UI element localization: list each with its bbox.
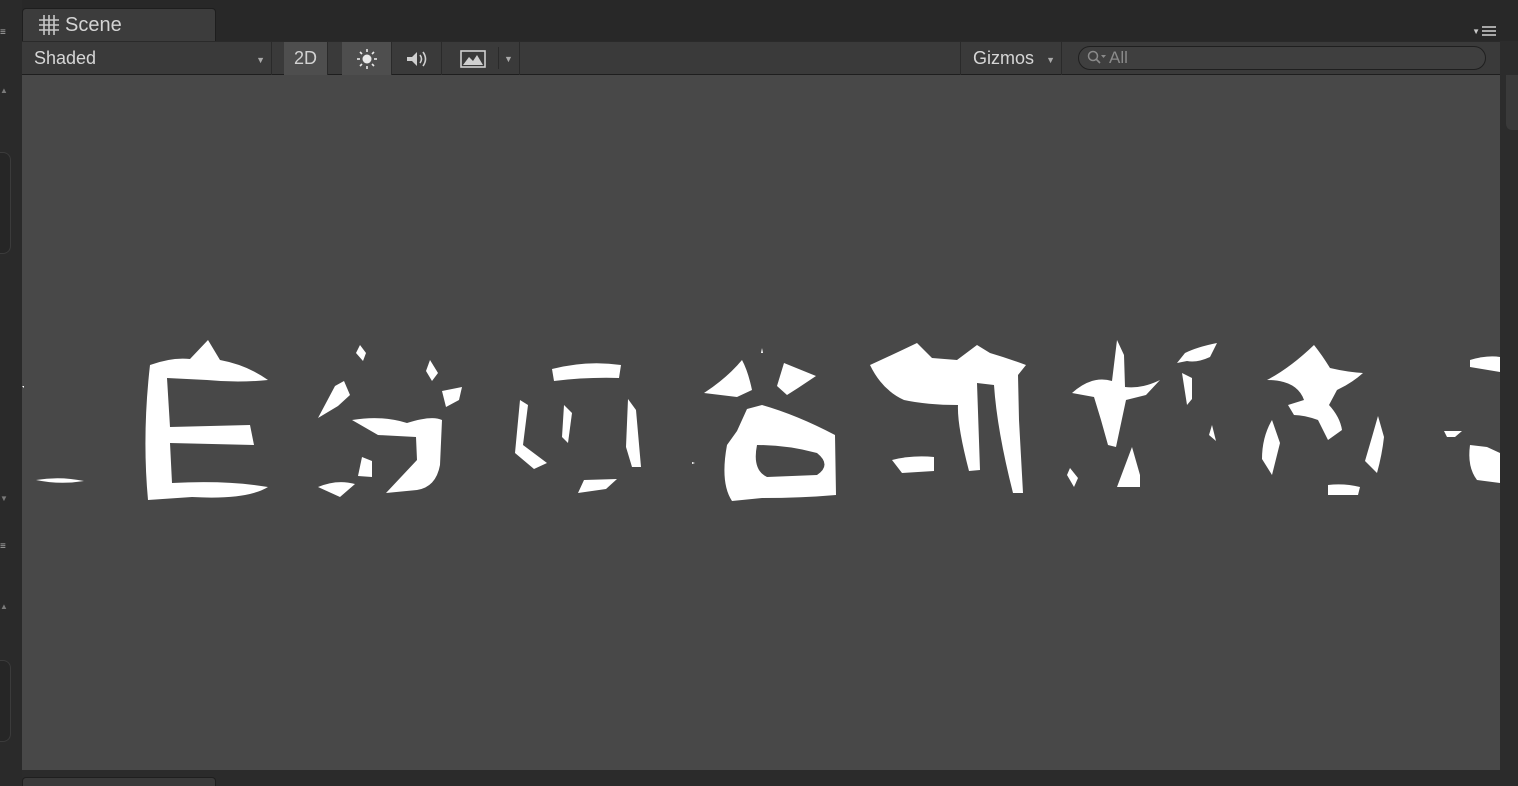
tab-strip	[22, 0, 1518, 41]
scroll-up-icon[interactable]: ▲	[0, 86, 8, 95]
tab-next-panel[interactable]	[22, 777, 216, 786]
gizmos-dropdown[interactable]: Gizmos ▼	[960, 42, 1062, 75]
search-input[interactable]	[1109, 48, 1469, 68]
sun-icon	[356, 48, 377, 69]
right-panel-strip	[1500, 41, 1518, 770]
menu-lines-icon	[1482, 26, 1496, 36]
scene-toolbar: Shaded ▼ 2D ▼ Gizmos ▼ All	[22, 41, 1500, 75]
chevron-down-icon: ▼	[256, 55, 265, 65]
mode-2d-toggle[interactable]: 2D	[284, 42, 328, 75]
left-panel-strip: ≡ ▲ ▼ ≡ ▲	[0, 0, 22, 786]
audio-toggle[interactable]	[392, 42, 442, 75]
grid-hash-icon	[39, 15, 59, 35]
chevron-down-icon: ▼	[1046, 55, 1055, 65]
draw-mode-dropdown[interactable]: Shaded ▼	[22, 42, 272, 75]
left-scroll-rail-2[interactable]	[0, 660, 11, 742]
scroll-down-icon[interactable]: ▼	[0, 494, 8, 503]
panel-menu-button[interactable]: ▼	[1472, 25, 1496, 37]
right-scrollbar[interactable]	[1506, 75, 1518, 130]
scene-viewport[interactable]	[22, 75, 1500, 770]
white-glyph-fragments	[22, 340, 1500, 501]
magnifier-icon	[1087, 50, 1106, 64]
tab-scene-label: Scene	[65, 13, 122, 36]
tab-scene[interactable]: Scene	[22, 8, 216, 41]
left-panel-menu-icon[interactable]: ≡	[0, 28, 10, 38]
dropdown-arrow-icon: ▼	[1472, 26, 1480, 36]
chevron-down-icon: ▼	[504, 54, 513, 64]
scene-glyph-shapes	[22, 340, 1500, 501]
left-panel-menu-icon-2[interactable]: ≡	[0, 542, 10, 552]
divider	[498, 47, 499, 69]
mode-2d-label: 2D	[293, 48, 317, 68]
unity-editor-window: ≡ ▲ ▼ ≡ ▲ Scene ▼ Shaded ▼ 2D ▼ Gizmos ▼…	[0, 0, 1518, 786]
lighting-toggle[interactable]	[342, 42, 392, 75]
search-field[interactable]	[1078, 46, 1486, 70]
gizmos-label: Gizmos	[973, 48, 1035, 68]
draw-mode-label: Shaded	[34, 48, 97, 68]
speaker-icon	[406, 51, 426, 66]
left-scroll-rail[interactable]	[0, 152, 11, 254]
bottom-tab-strip	[22, 770, 1518, 786]
effects-dropdown[interactable]: ▼	[452, 42, 520, 75]
scroll-up-icon-2[interactable]: ▲	[0, 602, 8, 611]
image-icon	[460, 49, 486, 68]
